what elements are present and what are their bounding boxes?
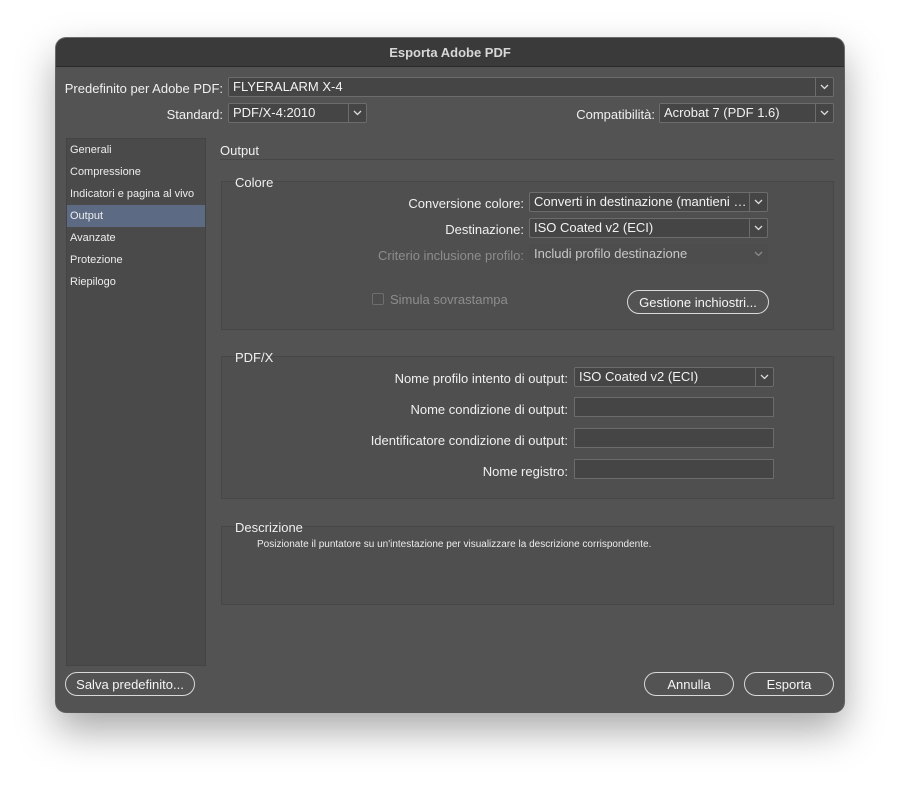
sidebar-item-output[interactable]: Output bbox=[67, 205, 205, 227]
simulate-overprint-label: Simula sovrastampa bbox=[390, 292, 508, 307]
pdfx-group-title: PDF/X bbox=[235, 350, 274, 365]
preset-label: Predefinito per Adobe PDF: bbox=[64, 81, 223, 96]
registry-name-label: Nome registro: bbox=[482, 464, 568, 479]
description-group bbox=[221, 526, 834, 605]
sidebar-item-protezione[interactable]: Protezione bbox=[67, 249, 205, 271]
preset-value: FLYERALARM X-4 bbox=[233, 79, 343, 94]
chevron-down-icon bbox=[750, 245, 767, 263]
output-intent-value: ISO Coated v2 (ECI) bbox=[579, 369, 699, 384]
chevron-down-icon bbox=[815, 78, 833, 96]
chevron-down-icon bbox=[348, 104, 366, 122]
description-text: Posizionate il puntatore su un'intestazi… bbox=[257, 539, 652, 550]
chevron-down-icon bbox=[815, 104, 833, 122]
preset-select[interactable]: FLYERALARM X-4 bbox=[228, 77, 834, 97]
chevron-down-icon bbox=[749, 193, 767, 211]
compat-label: Compatibilità: bbox=[576, 107, 655, 122]
cancel-button[interactable]: Annulla bbox=[644, 672, 734, 696]
chevron-down-icon bbox=[749, 219, 767, 237]
conversion-select[interactable]: Converti in destinazione (mantieni valor… bbox=[529, 192, 768, 212]
chevron-down-icon bbox=[755, 368, 773, 386]
sidebar: Generali Compressione Indicatori e pagin… bbox=[66, 138, 206, 666]
output-condition-input[interactable] bbox=[574, 397, 774, 417]
dialog-title: Esporta Adobe PDF bbox=[56, 38, 844, 67]
standard-label: Standard: bbox=[166, 107, 223, 122]
output-identifier-input[interactable] bbox=[574, 428, 774, 448]
standard-value: PDF/X-4:2010 bbox=[233, 105, 316, 120]
destination-label: Destinazione: bbox=[445, 222, 524, 237]
compat-value: Acrobat 7 (PDF 1.6) bbox=[664, 105, 780, 120]
output-intent-select[interactable]: ISO Coated v2 (ECI) bbox=[574, 367, 774, 387]
save-preset-button[interactable]: Salva predefinito... bbox=[65, 672, 195, 696]
colore-group-title: Colore bbox=[235, 175, 274, 190]
section-divider bbox=[220, 159, 834, 160]
compat-select[interactable]: Acrobat 7 (PDF 1.6) bbox=[659, 103, 834, 123]
sidebar-item-compressione[interactable]: Compressione bbox=[67, 161, 205, 183]
conversion-value: Converti in destinazione (mantieni valor… bbox=[534, 194, 747, 209]
sidebar-item-avanzate[interactable]: Avanzate bbox=[67, 227, 205, 249]
registry-name-input[interactable] bbox=[574, 459, 774, 479]
destination-select[interactable]: ISO Coated v2 (ECI) bbox=[529, 218, 768, 238]
profile-policy-select[interactable]: Includi profilo destinazione bbox=[529, 244, 768, 264]
output-condition-label: Nome condizione di output: bbox=[410, 402, 568, 417]
section-title: Output bbox=[220, 143, 260, 158]
sidebar-item-generali[interactable]: Generali bbox=[67, 139, 205, 161]
description-group-title: Descrizione bbox=[235, 520, 303, 535]
sidebar-item-indicatori[interactable]: Indicatori e pagina al vivo bbox=[67, 183, 205, 205]
export-pdf-dialog: Esporta Adobe PDF Predefinito per Adobe … bbox=[56, 38, 844, 712]
ink-manager-button[interactable]: Gestione inchiostri... bbox=[627, 290, 769, 314]
destination-value: ISO Coated v2 (ECI) bbox=[534, 220, 654, 235]
conversion-label: Conversione colore: bbox=[408, 196, 524, 211]
simulate-overprint-checkbox[interactable] bbox=[372, 293, 384, 305]
export-button[interactable]: Esporta bbox=[744, 672, 834, 696]
standard-select[interactable]: PDF/X-4:2010 bbox=[228, 103, 367, 123]
profile-policy-value: Includi profilo destinazione bbox=[534, 246, 688, 261]
output-intent-label: Nome profilo intento di output: bbox=[394, 371, 568, 386]
sidebar-item-riepilogo[interactable]: Riepilogo bbox=[67, 271, 205, 293]
output-identifier-label: Identificatore condizione di output: bbox=[370, 433, 568, 448]
profile-policy-label: Criterio inclusione profilo: bbox=[378, 248, 524, 263]
